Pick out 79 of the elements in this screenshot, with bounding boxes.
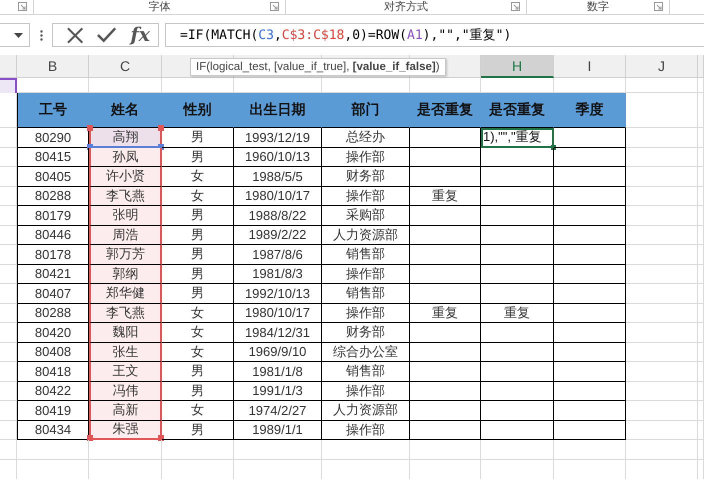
- table-cell: 女: [162, 167, 234, 186]
- table-cell: 李飞燕: [89, 186, 162, 206]
- table-cell: 张明: [89, 206, 162, 226]
- table-cell: 男: [162, 284, 234, 304]
- table-cell: 男: [162, 420, 234, 440]
- ribbon-group-label: 数字: [587, 1, 609, 13]
- table-cell: 1981/8/3: [234, 264, 322, 284]
- table-cell: 郭纲: [89, 264, 162, 284]
- table-cell: 1993/12/19: [234, 128, 322, 148]
- table-cell: 男: [162, 245, 234, 264]
- table-cell: 1989/1/1: [234, 420, 322, 440]
- table-cell: 重复: [410, 304, 481, 323]
- table-cell: 男: [162, 362, 234, 382]
- table-cell: 综合办公室: [322, 342, 410, 362]
- table-cell: 重复: [481, 304, 554, 323]
- table-cell: 高新: [89, 401, 162, 420]
- table-cell: 1981/1/8: [234, 362, 322, 382]
- table-cell: 冯伟: [89, 382, 162, 401]
- column-header: 姓名: [89, 93, 162, 128]
- table-cell: 1974/2/27: [234, 401, 322, 420]
- table-cell: 1992/10/13: [234, 284, 322, 304]
- table-cell: 女: [162, 342, 234, 362]
- table-cell: 男: [162, 128, 234, 148]
- table-cell: 1980/10/17: [234, 186, 322, 206]
- table-cell: 男: [162, 148, 234, 167]
- table-cell: 1987/8/6: [234, 245, 322, 264]
- table-cell: 王文: [89, 362, 162, 382]
- table-cell: 男: [162, 226, 234, 245]
- table-cell: 操作部: [322, 420, 410, 440]
- table-cell: 张生: [89, 342, 162, 362]
- column-header: 部门: [322, 93, 410, 128]
- table-cell: 1989/2/22: [234, 226, 322, 245]
- table-cell: 重复: [410, 186, 481, 206]
- table-cell: 1991/1/3: [234, 382, 322, 401]
- table-cell: 女: [162, 186, 234, 206]
- table-cell: 周浩: [89, 226, 162, 245]
- table-cell: 朱强: [89, 420, 162, 440]
- table-cell: 男: [162, 264, 234, 284]
- column-header: 是否重复: [410, 93, 481, 128]
- table-cell: 1984/12/31: [234, 323, 322, 342]
- table-cell: 高翔: [89, 128, 162, 148]
- table-cell: 郑华健: [89, 284, 162, 304]
- table-cell: 1980/10/17: [234, 304, 322, 323]
- column-header: 出生日期: [234, 93, 322, 128]
- column-header: 季度: [554, 93, 626, 128]
- column-header: 工号: [17, 93, 89, 128]
- table-cell: 1988/8/22: [234, 206, 322, 226]
- table-cell: 李飞燕: [89, 304, 162, 323]
- table-cell: 郭万芳: [89, 245, 162, 264]
- table-cell: 魏阳: [89, 323, 162, 342]
- table-cell: 总经办: [322, 128, 410, 148]
- table-cell: 女: [162, 401, 234, 420]
- table-cell: 操作部: [322, 148, 410, 167]
- table-cell: 销售部: [322, 245, 410, 264]
- table-cell: 人力资源部: [322, 226, 410, 245]
- table-cell: 财务部: [322, 323, 410, 342]
- table-cell: 销售部: [322, 284, 410, 304]
- table-cell: 财务部: [322, 167, 410, 186]
- table-cell: 操作部: [322, 382, 410, 401]
- table-cell: 许小贤: [89, 167, 162, 186]
- ribbon-group-label: 对齐方式: [384, 1, 428, 13]
- column-header: 是否重复: [481, 93, 554, 128]
- table-cell: 操作部: [322, 304, 410, 323]
- table-cell: 操作部: [322, 264, 410, 284]
- table-cell: 1960/10/13: [234, 148, 322, 167]
- table-cell: 销售部: [322, 362, 410, 382]
- table-cell: 女: [162, 304, 234, 323]
- table-cell: 女: [162, 323, 234, 342]
- table-cell: 1988/5/5: [234, 167, 322, 186]
- ribbon-group-label: 字体: [148, 1, 170, 13]
- column-header: 性别: [162, 93, 234, 128]
- table-cell: 采购部: [322, 206, 410, 226]
- table-cell: 人力资源部: [322, 401, 410, 420]
- table-cell: 男: [162, 382, 234, 401]
- function-tooltip: IF(logical_test, [value_if_true], [value_if_false]): [190, 58, 446, 76]
- table-cell: 1969/9/10: [234, 342, 322, 362]
- table-cell: 男: [162, 206, 234, 226]
- table-cell: 孙凤: [89, 148, 162, 167]
- table-cell: 操作部: [322, 186, 410, 206]
